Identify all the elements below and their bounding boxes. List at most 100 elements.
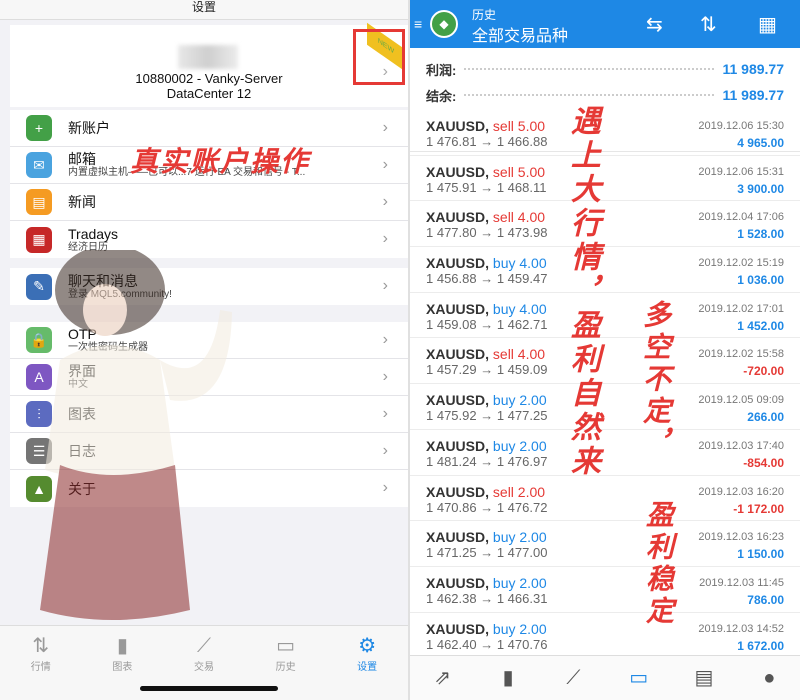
chat-icon[interactable]: ● (737, 656, 800, 700)
tab-label: 设置 (357, 662, 378, 673)
history-header: ≡ ◆ 历史 全部交易品种 ⇆ ⇅ ▦ (410, 0, 800, 48)
deal-row[interactable]: XAUUSD, buy 2.00 1 471.25 → 1 477.00 2019.… (410, 521, 800, 567)
chart-icon[interactable]: ▮ (475, 656, 540, 700)
blurred-avatar (178, 45, 238, 69)
deal-symbol-line: XAUUSD, sell 4.00 (426, 346, 545, 362)
menu-item-text: 日志 (68, 443, 408, 459)
deal-symbol: XAUUSD, (426, 574, 490, 591)
deal-profit: -720.00 (743, 364, 784, 379)
tab-label: 行情 (30, 662, 51, 673)
menu-group-accounts: + 新账户 › ✉ 邮箱 内置虚拟主机——已可以...7 运行 EA 交易和信号 - T.… (10, 110, 408, 258)
deal-time: 2019.12.06 15:31 (698, 165, 784, 178)
deal-side: sell 2.00 (492, 483, 546, 500)
deal-row[interactable]: XAUUSD, buy 2.00 1 481.24 → 1 476.97 2019.… (410, 430, 800, 476)
deal-row[interactable]: XAUUSD, sell 4.00 1 477.80 → 1 473.98 2019… (410, 201, 800, 248)
deal-time: 2019.12.05 09:09 (698, 394, 784, 407)
deal-time: 2019.12.03 11:45 (699, 576, 784, 589)
sort-icon[interactable]: ⇅ (700, 12, 717, 37)
tab-icon: ⇅ (32, 635, 50, 657)
summary-value: 11 989.77 (722, 87, 784, 103)
menu-item-text: OTP 一次性密码生成器 (68, 326, 408, 354)
deal-symbol: XAUUSD, (426, 392, 490, 409)
menu-item-label: OTP (68, 326, 97, 342)
tab-icon: ⚙ (358, 635, 377, 657)
menu-item-calendar[interactable]: ▦ Tradays 经济日历 › (10, 221, 408, 258)
deal-profit: 3 900.00 (737, 181, 784, 196)
menu-item-label: 图表 (68, 406, 96, 422)
deal-time: 2019.12.03 17:40 (698, 439, 784, 452)
menu-item-text: 图表 (68, 406, 408, 422)
deal-prices: 1 475.91 → 1 468.11 (426, 179, 547, 195)
account-card[interactable]: 10880002 - Vanky-Server DataCenter 12 › (10, 25, 408, 107)
deal-symbol-line: XAUUSD, buy 4.00 (426, 255, 547, 271)
deal-time: 2019.12.04 17:06 (698, 211, 784, 224)
deal-row[interactable]: XAUUSD, buy 4.00 1 459.08 → 1 462.71 2019.… (410, 293, 800, 339)
menu-item-chat[interactable]: ✎ 聊天和消息 登录 MQL5.community! › (10, 268, 408, 305)
calendar-icon[interactable]: ▦ (758, 12, 777, 37)
menu-item-label: 界面 (68, 363, 96, 379)
trade-icon[interactable]: ⟋ (541, 656, 606, 700)
deal-time: 2019.12.06 15:30 (698, 120, 784, 132)
summary-row: 结余: 11 989.77 (426, 82, 784, 108)
lock-icon: 🔒 (26, 327, 52, 353)
deal-prices: 1 459.08 → 1 462.71 (426, 316, 548, 332)
deal-row[interactable]: XAUUSD, buy 4.00 1 456.88 → 1 459.47 2019.… (410, 247, 800, 293)
deal-side: buy 4.00 (492, 300, 547, 317)
deal-profit: 1 528.00 (737, 227, 784, 242)
tab-0[interactable]: ⇅ 行情 (0, 626, 82, 700)
menu-item-about[interactable]: ▲ 关于 › (10, 470, 408, 507)
tab-icon: ⟋ (196, 635, 211, 657)
deal-symbol: XAUUSD, (426, 483, 490, 500)
app-logo-icon: ◆ (430, 10, 458, 38)
deal-profit: -1 172.00 (733, 501, 784, 516)
menu-item-log[interactable]: ☰ 日志 › (10, 433, 408, 470)
chat-icon: ✎ (26, 273, 52, 300)
mail-icon: ✉ (26, 152, 52, 178)
deal-row[interactable]: XAUUSD, sell 2.00 1 470.86 → 1 476.72 2019… (410, 476, 800, 522)
currency-exchange-icon[interactable]: ⇆ (646, 12, 663, 37)
menu-item-text: 新闻 (68, 194, 408, 210)
deal-prices: 1 462.40 → 1 470.76 (426, 636, 548, 652)
menu-item-text: 关于 (68, 481, 408, 497)
deal-symbol-line: XAUUSD, sell 2.00 (426, 484, 545, 500)
deal-side: sell 5.00 (492, 163, 546, 180)
deal-profit: 786.00 (747, 592, 784, 607)
deal-row[interactable]: XAUUSD, sell 5.00 1 475.91 → 1 468.11 2019… (410, 156, 800, 202)
menu-item-language[interactable]: A 界面 中文 › (10, 359, 408, 396)
history-icon[interactable]: ▭ (606, 656, 671, 700)
deal-row[interactable]: XAUUSD, sell 5.00 1 476.81 → 1 466.88 2019… (410, 110, 800, 156)
deal-symbol: XAUUSD, (426, 620, 490, 637)
menu-item-label: 关于 (68, 480, 96, 497)
menu-item-sub: 一次性密码生成器 (68, 342, 148, 353)
tab-4[interactable]: ⚙ 设置 (326, 626, 408, 700)
chevron-right-icon: › (382, 156, 388, 173)
header-subtitle[interactable]: 全部交易品种 (472, 22, 568, 46)
quotes-icon[interactable]: ⇗ (410, 656, 475, 700)
menu-item-chart[interactable]: ⫶ 图表 › (10, 396, 408, 433)
menu-icon[interactable]: ≡ (414, 16, 422, 32)
deals-list: XAUUSD, sell 5.00 1 476.81 → 1 466.88 2019… (410, 110, 800, 659)
deal-side: buy 2.00 (492, 574, 547, 591)
deal-row[interactable]: XAUUSD, sell 4.00 1 457.29 → 1 459.09 2019… (410, 338, 800, 385)
deal-row[interactable]: XAUUSD, buy 2.00 1 475.92 → 1 477.25 2019.… (410, 384, 800, 430)
deal-row[interactable]: XAUUSD, buy 2.00 1 462.40 → 1 470.76 2019.… (410, 613, 800, 659)
chevron-right-icon: › (382, 405, 388, 422)
menu-item-lock[interactable]: 🔒 OTP 一次性密码生成器 › (10, 322, 408, 359)
news-icon[interactable]: ▤ (671, 656, 736, 700)
deal-row[interactable]: XAUUSD, buy 2.00 1 462.38 → 1 466.31 2019.… (410, 567, 800, 613)
header-title: 历史 (472, 8, 497, 22)
news-icon: ▤ (26, 189, 52, 215)
about-icon: ▲ (26, 475, 52, 502)
chevron-right-icon: › (382, 230, 388, 247)
chevron-right-icon: › (382, 193, 388, 210)
deal-prices: 1 457.29 → 1 459.09 (426, 362, 548, 378)
deal-symbol: XAUUSD, (426, 529, 490, 546)
summary-label: 结余: (426, 88, 457, 104)
deal-time: 2019.12.02 15:19 (698, 257, 784, 270)
settings-screen: 设置 10880002 - Vanky-Server DataCenter 12… (0, 0, 408, 700)
tab-label: 交易 (193, 662, 214, 673)
calendar-icon: ▦ (26, 226, 52, 253)
deal-profit: -854.00 (743, 455, 784, 470)
deal-side: buy 2.00 (492, 529, 547, 546)
menu-item-news[interactable]: ▤ 新闻 › (10, 184, 408, 221)
